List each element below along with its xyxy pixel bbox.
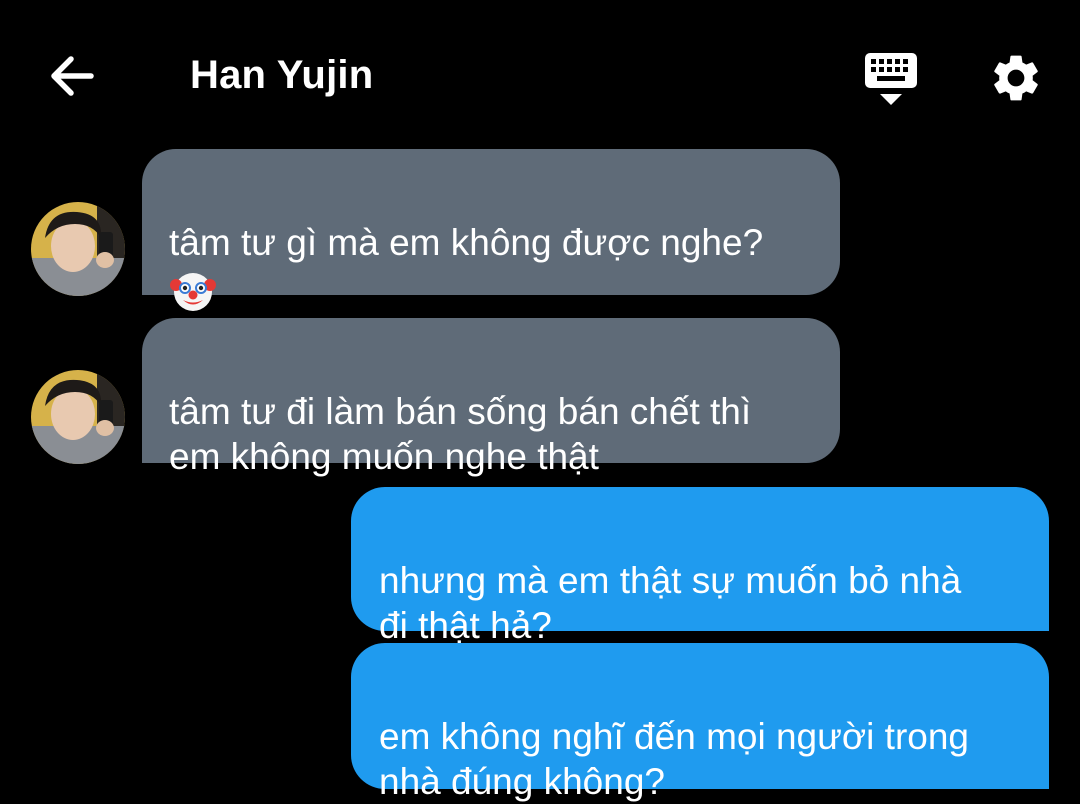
keyboard-hide-icon	[865, 53, 917, 105]
avatar[interactable]	[31, 370, 125, 464]
avatar[interactable]	[31, 202, 125, 296]
incoming-message-bubble[interactable]: tâm tư đi làm bán sống bán chết thì em k…	[142, 318, 840, 477]
arrow-left-icon	[51, 56, 94, 96]
contact-photo	[31, 370, 125, 464]
chat-header: Han Yujin	[0, 0, 1080, 140]
gear-icon	[994, 55, 1038, 101]
outgoing-message-bubble[interactable]: nhưng mà em thật sự muốn bỏ nhà đi thật …	[351, 487, 1049, 646]
clown-face-emoji	[170, 273, 216, 311]
contact-photo	[31, 202, 125, 296]
settings-button[interactable]	[988, 50, 1044, 106]
outgoing-message-bubble[interactable]: em không nghĩ đến mọi người trong nhà đú…	[351, 643, 1049, 802]
message-text: nhưng mà em thật sự muốn bỏ nhà đi thật …	[379, 560, 962, 646]
incoming-message-bubble[interactable]: tâm tư gì mà em không được nghe?	[142, 149, 840, 311]
message-text: tâm tư đi làm bán sống bán chết thì em k…	[169, 391, 752, 477]
back-button[interactable]	[46, 50, 98, 102]
message-text: em không nghĩ đến mọi người trong nhà đú…	[379, 716, 969, 802]
chat-title: Han Yujin	[190, 53, 374, 97]
message-text: tâm tư gì mà em không được nghe?	[169, 222, 764, 263]
keyboard-toggle-button[interactable]	[862, 50, 920, 106]
